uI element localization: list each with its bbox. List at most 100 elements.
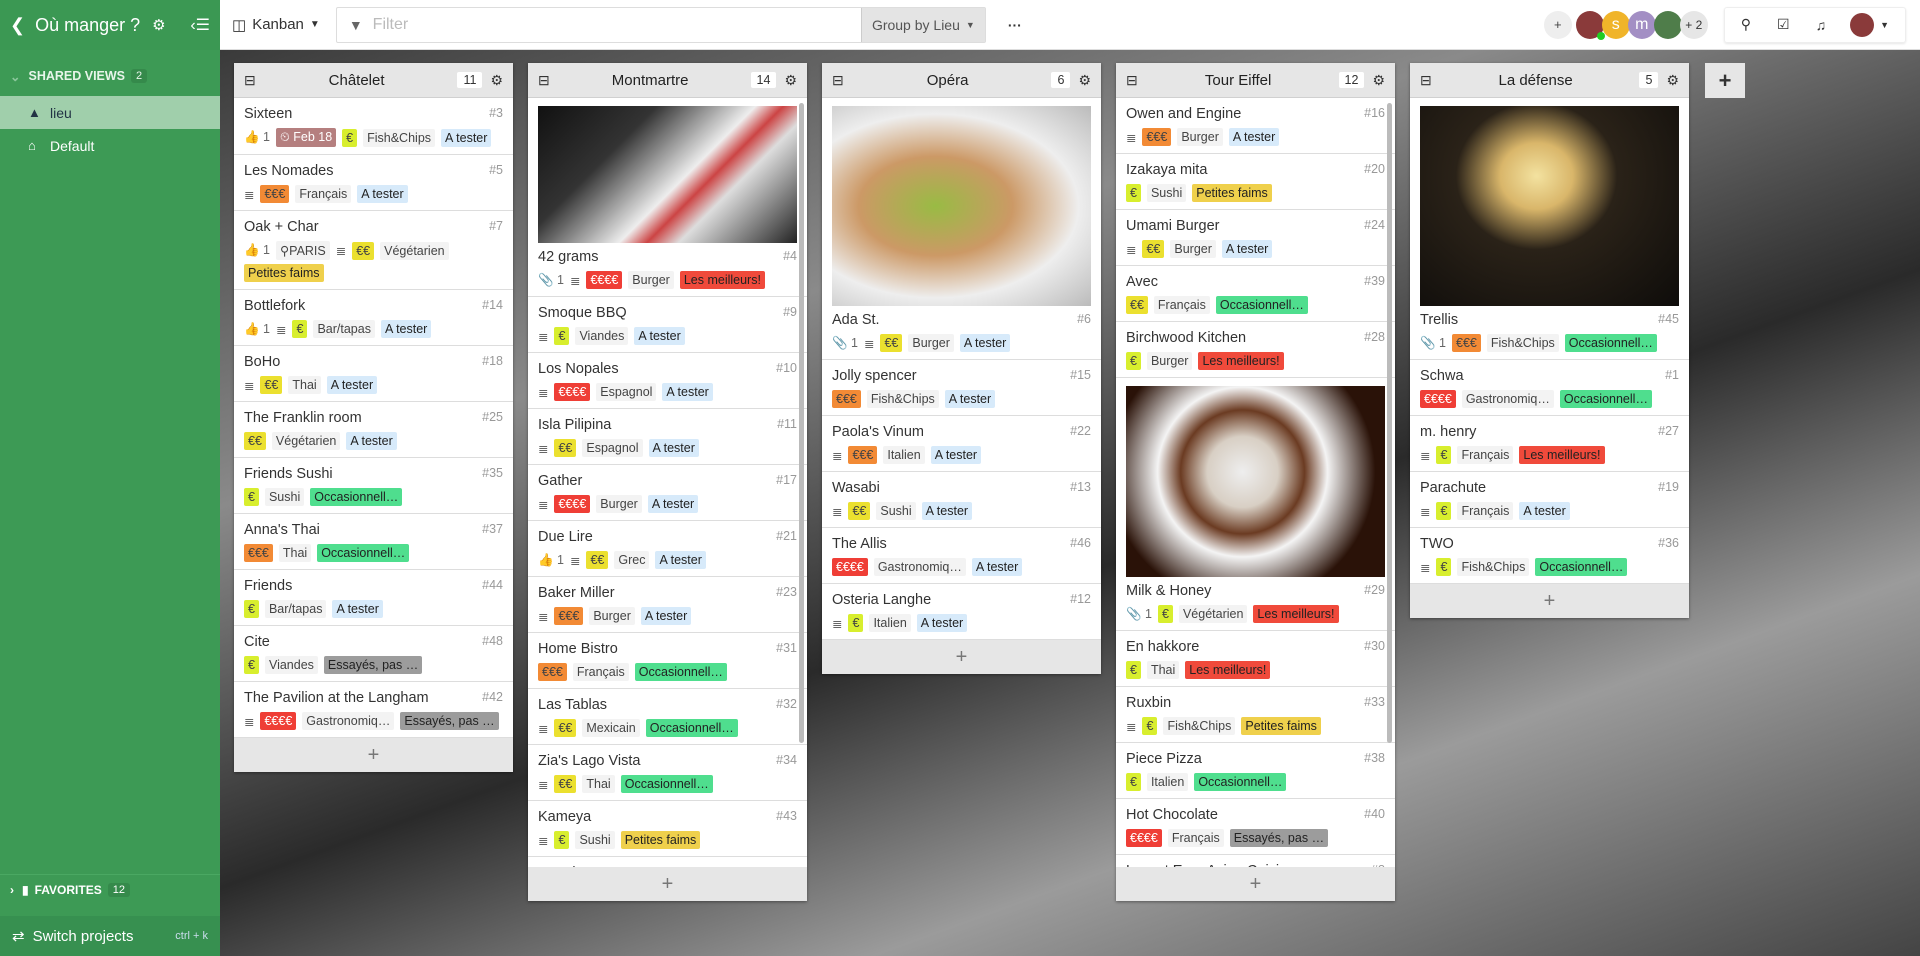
card-list: 42 grams #4 📎 1 ≣ €€€€ Burger Les meilleurs! Sm… <box>528 98 807 867</box>
card[interactable]: Owen and Engine #16 ≣ €€€ Burger A tester <box>1116 98 1395 154</box>
card[interactable]: Ruxbin #33 ≣ € Fish&Chips Petites faims <box>1116 687 1395 743</box>
card[interactable]: Sixteen #3 👍 1 ⏲ Feb 18 € Fish&Chips A tester <box>234 98 513 155</box>
add-card-button[interactable]: + <box>528 867 807 901</box>
bell-icon[interactable]: ♫ <box>1816 17 1827 33</box>
card[interactable]: Paola's Vinum #22 ≣ €€€ Italien A tester <box>822 416 1101 472</box>
filter-icon: ▼ <box>348 16 363 33</box>
card[interactable]: Izakaya mita #20 € Sushi Petites faims <box>1116 154 1395 210</box>
view-type-dropdown[interactable]: ◫ Kanban ▼ <box>232 16 320 34</box>
card[interactable]: Anna's Thai #37 €€€ Thai Occasionnell… <box>234 514 513 570</box>
card[interactable]: Wood #47 <box>528 857 807 867</box>
card-tags: 👍 1 ≣ € Bar/tapas A tester <box>244 320 503 338</box>
search-icon[interactable]: ⚲ <box>1741 16 1751 33</box>
card-tags: ≣ € Fish&Chips Occasionnell… <box>1420 558 1679 576</box>
card[interactable]: Avec #39 €€ Français Occasionnell… <box>1116 266 1395 322</box>
add-card-button[interactable]: + <box>822 640 1101 674</box>
card[interactable]: Isla Pilipina #11 ≣ €€ Espagnol A tester <box>528 409 807 465</box>
scrollbar[interactable] <box>799 103 804 743</box>
card[interactable]: Birchwood Kitchen #28 € Burger Les meilleurs… <box>1116 322 1395 378</box>
category-tag: Espagnol <box>582 439 643 457</box>
card[interactable]: Jolly spencer #15 €€€ Fish&Chips A tester <box>822 360 1101 416</box>
collapse-column-icon[interactable]: ⊟ <box>538 72 550 89</box>
card[interactable]: Wasabi #13 ≣ €€ Sushi A tester <box>822 472 1101 528</box>
card[interactable]: Lazzat Euro Asian Cuisine #8 <box>1116 855 1395 867</box>
description-icon: ≣ <box>538 777 549 792</box>
card[interactable]: Umami Burger #24 ≣ €€ Burger A tester <box>1116 210 1395 266</box>
switch-projects-button[interactable]: ⇄ Switch projects ctrl + k <box>0 916 220 956</box>
collapse-column-icon[interactable]: ⊟ <box>244 72 256 89</box>
shared-views-section[interactable]: ⌄ SHARED VIEWS 2 <box>0 56 220 96</box>
sidebar-item-default[interactable]: ⌂ Default <box>0 129 220 162</box>
status-tag: A tester <box>921 502 973 520</box>
card[interactable]: The Pavilion at the Langham #42 ≣ €€€€ Gastr… <box>234 682 513 738</box>
card[interactable]: Baker Miller #23 ≣ €€€ Burger A tester <box>528 577 807 633</box>
card[interactable]: Las Tablas #32 ≣ €€ Mexicain Occasionnell… <box>528 689 807 745</box>
card[interactable]: Parachute #19 ≣ € Français A tester <box>1410 472 1689 528</box>
add-card-button[interactable]: + <box>234 738 513 772</box>
card[interactable]: Zia's Lago Vista #34 ≣ €€ Thai Occasionnell… <box>528 745 807 801</box>
description-icon: ≣ <box>244 378 255 393</box>
card[interactable]: Oak + Char #7 👍 1 ⚲PARIS ≣ €€ Végétarien Petite… <box>234 211 513 290</box>
avatar[interactable] <box>1653 10 1682 39</box>
filter-input[interactable] <box>362 15 861 34</box>
card[interactable]: Schwa #1 €€€€ Gastronomiq… Occasionnell… <box>1410 360 1689 416</box>
checkbox-icon[interactable]: ☑ <box>1777 16 1790 33</box>
card-tags: 📎 1 € Végétarien Les meilleurs! <box>1126 605 1385 623</box>
card[interactable]: BoHo #18 ≣ €€ Thai A tester <box>234 346 513 402</box>
card[interactable]: Los Nopales #10 ≣ €€€€ Espagnol A tester <box>528 353 807 409</box>
card[interactable]: Bottlefork #14 👍 1 ≣ € Bar/tapas A tester <box>234 290 513 346</box>
gear-icon[interactable]: ⚙ <box>784 72 797 89</box>
card[interactable]: Due Lire #21 👍 1 ≣ €€ Grec A tester <box>528 521 807 577</box>
add-user-button[interactable]: + <box>1543 10 1572 39</box>
user-menu[interactable]: ▼ <box>1850 12 1889 37</box>
card[interactable]: TWO #36 ≣ € Fish&Chips Occasionnell… <box>1410 528 1689 584</box>
add-card-button[interactable]: + <box>1410 584 1689 618</box>
card[interactable]: Milk & Honey #29 📎 1 € Végétarien Les meilleu… <box>1116 378 1395 631</box>
card[interactable]: Trellis #45 📎 1 €€€ Fish&Chips Occasionnell… <box>1410 98 1689 360</box>
gear-icon[interactable]: ⚙ <box>1078 72 1091 89</box>
add-card-button[interactable]: + <box>1116 867 1395 901</box>
card-header: Isla Pilipina #11 <box>538 417 797 433</box>
gear-icon[interactable]: ⚙ <box>490 72 503 89</box>
favorites-section[interactable]: › ▮ FAVORITES 12 <box>0 874 220 904</box>
card[interactable]: Friends #44 € Bar/tapas A tester <box>234 570 513 626</box>
card[interactable]: Friends Sushi #35 € Sushi Occasionnell… <box>234 458 513 514</box>
card[interactable]: Cite #48 € Viandes Essayés, pas … <box>234 626 513 682</box>
card[interactable]: Smoque BBQ #9 ≣ € Viandes A tester <box>528 297 807 353</box>
card[interactable]: Gather #17 ≣ €€€€ Burger A tester <box>528 465 807 521</box>
card[interactable]: The Allis #46 €€€€ Gastronomiq… A tester <box>822 528 1101 584</box>
collapse-column-icon[interactable]: ⊟ <box>832 72 844 89</box>
collapse-sidebar-icon[interactable]: ‹☰ <box>190 15 210 35</box>
status-tag: A tester <box>916 614 968 632</box>
card-title: Ada St. <box>832 312 880 328</box>
card[interactable]: Ada St. #6 📎 1 ≣ €€ Burger A tester <box>822 98 1101 360</box>
card[interactable]: Les Nomades #5 ≣ €€€ Français A tester <box>234 155 513 211</box>
sidebar-item-lieu[interactable]: ▲ lieu <box>0 96 220 129</box>
card[interactable]: The Franklin room #25 €€ Végétarien A tester <box>234 402 513 458</box>
add-column-button[interactable]: + <box>1705 63 1745 98</box>
collapse-column-icon[interactable]: ⊟ <box>1420 72 1432 89</box>
card[interactable]: m. henry #27 ≣ € Français Les meilleurs! <box>1410 416 1689 472</box>
card[interactable]: 42 grams #4 📎 1 ≣ €€€€ Burger Les meilleurs! <box>528 98 807 297</box>
scrollbar[interactable] <box>1387 103 1392 743</box>
collapse-column-icon[interactable]: ⊟ <box>1126 72 1138 89</box>
avatar[interactable]: s <box>1601 10 1630 39</box>
card[interactable]: En hakkore #30 € Thai Les meilleurs! <box>1116 631 1395 687</box>
card[interactable]: Kameya #43 ≣ € Sushi Petites faims <box>528 801 807 857</box>
card-tags: €€€€ Français Essayés, pas … <box>1126 829 1385 847</box>
gear-icon[interactable]: ⚙ <box>1372 72 1385 89</box>
card[interactable]: Osteria Langhe #12 ≣ € Italien A tester <box>822 584 1101 640</box>
avatar[interactable]: m <box>1627 10 1656 39</box>
card[interactable]: Piece Pizza #38 € Italien Occasionnell… <box>1116 743 1395 799</box>
more-options-icon[interactable]: ··· <box>1008 17 1022 33</box>
price-tag: €€€€ <box>586 271 623 289</box>
gear-icon[interactable]: ⚙ <box>152 16 165 34</box>
more-users-badge[interactable]: + 2 <box>1679 10 1708 39</box>
card[interactable]: Hot Chocolate #40 €€€€ Français Essayés, pas… <box>1116 799 1395 855</box>
group-by-dropdown[interactable]: Group by Lieu ▼ <box>860 7 985 42</box>
card[interactable]: Home Bistro #31 €€€ Français Occasionnell… <box>528 633 807 689</box>
gear-icon[interactable]: ⚙ <box>1666 72 1679 89</box>
back-icon[interactable]: ❮ <box>10 15 25 36</box>
avatar[interactable] <box>1575 10 1605 40</box>
shared-views-count: 2 <box>131 69 148 83</box>
